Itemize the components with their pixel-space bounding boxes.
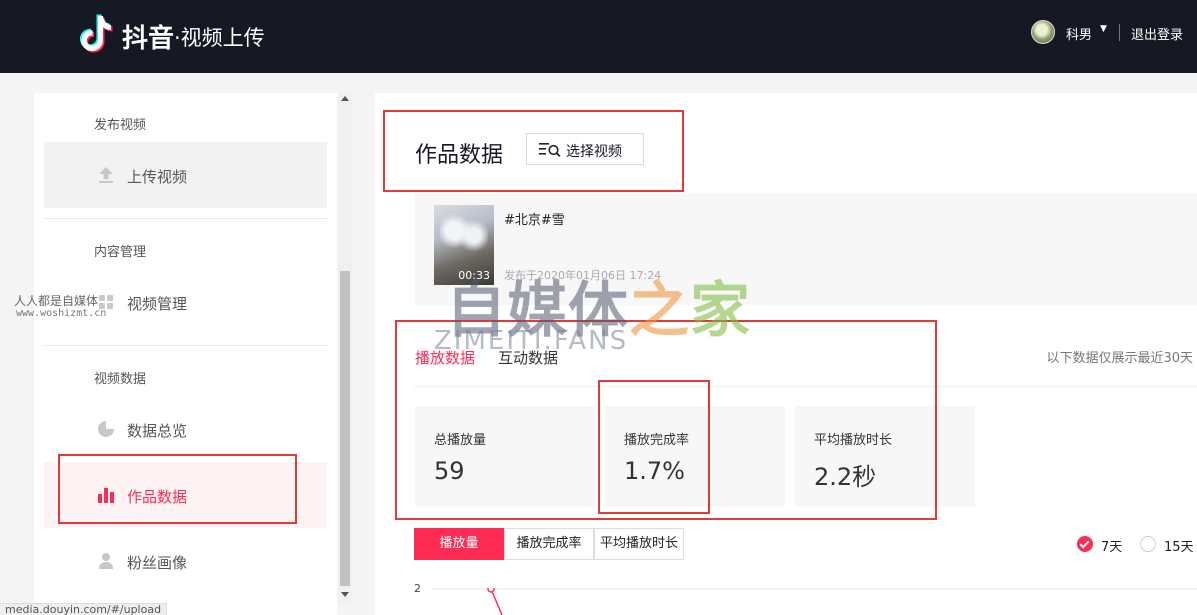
scroll-thumb[interactable]	[340, 271, 350, 586]
stat-value: 2.2秒	[814, 463, 877, 491]
avatar[interactable]	[1031, 20, 1055, 44]
status-bar-url: media.douyin.com/#/upload	[0, 603, 168, 615]
radio-7-days-label[interactable]: 7天	[1101, 536, 1122, 555]
user-icon	[99, 553, 113, 569]
bar-chart-icon	[98, 488, 114, 503]
sidebar-item-label: 作品数据	[127, 488, 188, 506]
douyin-logo-icon[interactable]	[78, 12, 114, 54]
watermark-brand-mid: 之	[629, 276, 690, 346]
sidebar-divider	[44, 218, 327, 219]
stat-label: 播放完成率	[624, 433, 690, 448]
radio-7-days[interactable]	[1077, 536, 1093, 552]
brand-subtitle: ·视频上传	[174, 26, 265, 50]
thumbnail-scene	[440, 213, 488, 258]
watermark-brand-end: 家	[690, 276, 751, 346]
stat-avg-duration: 平均播放时长 2.2秒	[795, 406, 975, 507]
watermark-site-name: 人人都是自媒体	[14, 294, 99, 308]
sidebar-divider	[44, 345, 327, 346]
play-count-chart	[432, 588, 1197, 615]
logout-link[interactable]: 退出登录	[1131, 24, 1183, 43]
sidebar-item-fans[interactable]: 粉丝画像	[44, 528, 327, 594]
brand-name: 抖音	[122, 24, 175, 54]
sidebar-section-data: 视频数据	[94, 372, 147, 387]
top-header: 抖音 ·视频上传 科男 ▼ 退出登录	[0, 0, 1197, 73]
sidebar-item-label: 上传视频	[127, 168, 188, 186]
list-search-icon	[539, 143, 561, 157]
sidebar-item-overview[interactable]: 数据总览	[44, 396, 327, 462]
radio-15-days[interactable]	[1140, 536, 1156, 552]
select-video-label: 选择视频	[566, 144, 622, 160]
watermark-site-url: www.woshizmt.cn	[16, 308, 107, 319]
stat-label: 平均播放时长	[814, 433, 893, 448]
sidebar-scrollbar[interactable]	[338, 93, 352, 603]
video-title: #北京#雪	[504, 213, 565, 228]
metric-button-plays[interactable]: 播放量	[414, 528, 504, 560]
header-divider	[1119, 24, 1120, 41]
metric-button-avg-duration[interactable]: 平均播放时长	[594, 528, 684, 560]
stat-completion-rate: 播放完成率 1.7%	[605, 406, 785, 507]
tabs-divider	[414, 386, 1197, 387]
username[interactable]: 科男	[1066, 24, 1092, 43]
stat-value: 59	[434, 457, 465, 485]
stat-total-plays: 总播放量 59	[415, 406, 595, 507]
select-video-button[interactable]: 选择视频	[526, 133, 644, 165]
upload-icon	[99, 167, 113, 183]
sidebar-item-upload[interactable]: 上传视频	[44, 142, 327, 208]
sidebar-item-works-data[interactable]: 作品数据	[44, 462, 327, 528]
sidebar-section-content: 内容管理	[94, 245, 147, 260]
sidebar-section-publish: 发布视频	[94, 118, 147, 133]
check-icon	[1079, 538, 1090, 549]
radio-15-days-label[interactable]: 15天	[1164, 536, 1194, 555]
stat-label: 总播放量	[434, 433, 487, 448]
sidebar-item-label: 数据总览	[127, 422, 188, 440]
data-range-note: 以下数据仅展示最近30天	[1046, 351, 1193, 366]
scroll-down-icon[interactable]	[341, 592, 349, 597]
watermark-brand-en: ZIMEITI.FANS	[434, 326, 629, 356]
pie-chart-icon	[98, 421, 114, 437]
page-title: 作品数据	[415, 143, 504, 168]
sidebar: 发布视频 上传视频 内容管理 视频管理 视频数据 数据总览 作品数据 粉丝画像	[34, 93, 337, 615]
metric-button-completion[interactable]: 播放完成率	[504, 528, 594, 560]
stat-value: 1.7%	[624, 457, 685, 485]
scroll-up-icon[interactable]	[341, 96, 349, 101]
caret-down-icon[interactable]: ▼	[1100, 24, 1107, 34]
sidebar-item-label: 粉丝画像	[127, 554, 188, 572]
sidebar-item-label: 视频管理	[127, 295, 188, 313]
